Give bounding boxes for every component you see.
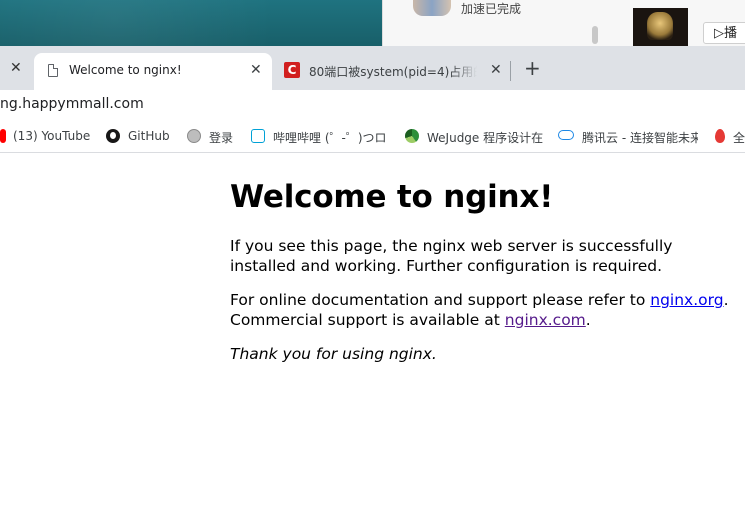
support-paragraph: For online documentation and support ple… [230,291,729,329]
tab-port-80[interactable]: C 80端口被system(pid=4)占用的解 ✕ [280,53,510,90]
close-icon[interactable]: ✕ [490,62,502,78]
nginx-com-link[interactable]: nginx.com [505,311,586,329]
tab-separator [510,61,511,81]
tab-title: 80端口被system(pid=4)占用的解 [309,65,477,79]
bilibili-icon [251,129,265,143]
download-panel-scrollbar[interactable] [592,26,598,44]
bookmarks-bar: (13) YouTube GitHub 登录 哔哩哔哩 (゜-゜)つロ WeJu… [0,122,745,153]
youtube-icon [0,129,6,143]
play-button[interactable]: ▷播 [703,22,745,44]
document-icon [48,64,58,77]
tab-title: Welcome to nginx! [69,63,182,77]
bookmark-bilibili[interactable]: 哔哩哔哩 (゜-゜)つロ [251,129,388,147]
page-title: Welcome to nginx! [230,179,554,215]
nginx-org-link[interactable]: nginx.org [650,291,723,309]
url-text[interactable]: ng.happymmall.com [0,96,144,112]
close-icon[interactable]: ✕ [250,62,262,78]
download-panel: 加速已完成 ▷播 [382,0,745,46]
bookmark-github[interactable]: GitHub [106,129,170,147]
bookmark-youtube[interactable]: (13) YouTube [0,129,90,147]
wejudge-icon [405,129,419,143]
desktop-wallpaper [0,0,382,46]
tencent-cloud-icon [558,130,574,140]
page-content: Welcome to nginx! If you see this page, … [230,153,740,365]
download-preview-image[interactable] [633,8,688,46]
bookmark-fire[interactable]: 全 [715,129,745,147]
download-status-text: 加速已完成 [461,2,522,16]
intro-paragraph: If you see this page, the nginx web serv… [230,237,673,275]
thank-you-text: Thank you for using nginx. [230,345,437,363]
download-thumbnail [413,0,451,16]
github-icon [106,129,120,143]
tab-strip: ✕ Welcome to nginx! ✕ C 80端口被system(pid=… [0,46,745,90]
c-logo-icon: C [284,62,300,78]
address-bar[interactable]: ng.happymmall.com [0,90,745,120]
bookmark-tencent-cloud[interactable]: 腾讯云 - 连接智能未来 [558,129,698,147]
login-icon [187,129,201,143]
top-overlap-region: 加速已完成 ▷播 [0,0,745,46]
close-icon[interactable]: ✕ [10,60,22,76]
new-tab-plus-icon[interactable]: + [524,56,541,80]
tab-welcome-nginx[interactable]: Welcome to nginx! ✕ [34,53,272,90]
bookmark-login[interactable]: 登录 [187,129,233,147]
fire-icon [715,129,725,143]
bookmark-wejudge[interactable]: WeJudge 程序设计在 [405,129,545,147]
